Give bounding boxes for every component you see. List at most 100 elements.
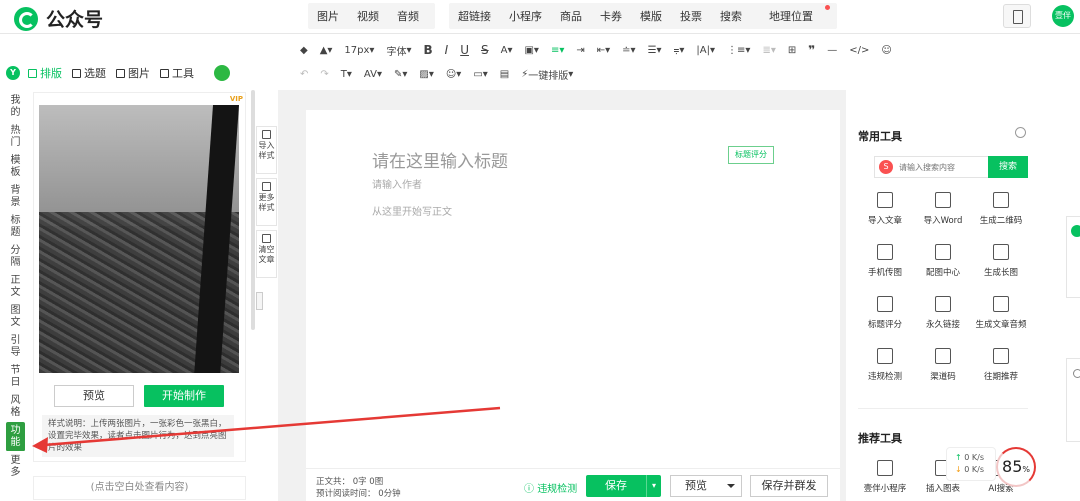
sogou-icon[interactable]: S <box>879 160 893 174</box>
line-height-icon[interactable]: ≐▾ <box>622 45 635 56</box>
tool-import-article[interactable]: 导入文章 <box>856 192 914 226</box>
category-function[interactable]: 功能 <box>6 422 25 452</box>
nav-item-audio[interactable]: 音频 <box>388 8 428 24</box>
divider-icon[interactable]: — <box>827 45 837 56</box>
performance-gauge[interactable]: 85% <box>996 447 1036 487</box>
bullet-list-icon[interactable]: ⋮≡▾ <box>727 45 750 56</box>
one-click-layout[interactable]: ⚡ 一键排版 ▾ <box>521 67 573 82</box>
tool-phone-upload[interactable]: 手机传图 <box>856 244 914 278</box>
settings-gear-icon[interactable] <box>1015 127 1026 138</box>
floating-widget-bottom[interactable] <box>1066 358 1080 442</box>
category-mine[interactable]: 我的 <box>6 92 25 122</box>
category-body[interactable]: 正文 <box>6 272 25 302</box>
background-color-icon[interactable]: ▣▾ <box>524 45 538 56</box>
tool-long-image[interactable]: 生成长图 <box>972 244 1030 278</box>
align-left-icon[interactable]: ≡▾ <box>551 45 564 56</box>
nav-item-video[interactable]: 视频 <box>348 8 388 24</box>
preview-button[interactable]: 预览 <box>54 385 134 407</box>
nav-item-hyperlink[interactable]: 超链接 <box>449 8 500 24</box>
html-icon[interactable]: ▭▾ <box>473 69 487 80</box>
heading-icon[interactable]: T▾ <box>341 69 352 80</box>
network-monitor[interactable]: ↑ 0 K/s ↓ 0 K/s <box>946 447 996 481</box>
font-family-select[interactable]: 字体 ▾ <box>386 43 411 58</box>
user-avatar[interactable]: 壹伴 <box>1052 5 1074 27</box>
format-painter-icon[interactable]: ◆ <box>300 45 308 56</box>
category-divider[interactable]: 分隔 <box>6 242 25 272</box>
status-dot[interactable] <box>214 65 230 81</box>
tool-violation-check[interactable]: 违规检测 <box>856 348 914 382</box>
nav-item-miniprogram[interactable]: 小程序 <box>500 8 551 24</box>
emoticon-icon[interactable]: ☺▾ <box>446 69 461 80</box>
category-more[interactable]: 更多 <box>6 452 25 482</box>
tool-title-score[interactable]: 标题评分 <box>856 296 914 330</box>
left-panel-scrollbar[interactable] <box>251 90 255 330</box>
nav-item-coupon[interactable]: 卡券 <box>591 8 631 24</box>
floating-widget-top[interactable] <box>1066 216 1080 298</box>
tool-qrcode[interactable]: 生成二维码 <box>972 192 1030 226</box>
save-button[interactable]: 保存 ▾ <box>586 475 661 497</box>
tool-yiban-miniprogram[interactable]: 壹伴小程序 <box>856 460 914 494</box>
strikethrough-icon[interactable]: S <box>481 43 489 57</box>
clear-format-icon[interactable]: ▲▾ <box>320 45 333 56</box>
category-background[interactable]: 背景 <box>6 182 25 212</box>
tool-permalink[interactable]: 永久链接 <box>914 296 972 330</box>
category-template[interactable]: 模板 <box>6 152 25 182</box>
toolbox-icon[interactable]: ▤ <box>500 69 509 80</box>
panel-resize-handle[interactable] <box>256 292 263 310</box>
indent-icon[interactable]: ⇥ <box>576 45 584 56</box>
tool-channel-code[interactable]: 渠道码 <box>914 348 972 382</box>
table-icon[interactable]: ⊞ <box>788 45 796 56</box>
category-image-text[interactable]: 图文 <box>6 302 25 332</box>
nav-item-template[interactable]: 模版 <box>631 8 671 24</box>
body-input[interactable]: 从这里开始写正文 <box>372 203 452 218</box>
undo-icon[interactable]: ↶ <box>300 69 308 80</box>
tab-layout[interactable]: 排版 <box>28 65 62 81</box>
app-logo[interactable]: 公众号 <box>14 5 103 32</box>
start-making-button[interactable]: 开始制作 <box>144 385 224 407</box>
save-and-send-button[interactable]: 保存并群发 <box>750 475 828 497</box>
bold-icon[interactable]: B <box>423 43 432 57</box>
tab-topics[interactable]: 选题 <box>72 65 106 81</box>
nav-item-location[interactable]: 地理位置 <box>751 5 831 24</box>
search-button[interactable]: 搜索 <box>988 156 1028 178</box>
nav-item-search[interactable]: 搜索 <box>711 8 751 24</box>
font-color-icon[interactable]: A▾ <box>501 45 513 56</box>
italic-icon[interactable]: I <box>445 43 449 57</box>
letter-spacing-icon[interactable]: |A|▾ <box>696 45 715 56</box>
magic-wand-icon[interactable]: ✎▾ <box>394 69 407 80</box>
code-icon[interactable]: </> <box>849 45 869 56</box>
category-festival[interactable]: 节日 <box>6 362 25 392</box>
emoji-icon[interactable]: ☺ <box>881 45 891 56</box>
nav-item-product[interactable]: 商品 <box>551 8 591 24</box>
redo-icon[interactable]: ↷ <box>320 69 328 80</box>
tab-tools[interactable]: 工具 <box>160 65 194 81</box>
image-icon[interactable]: ▨▾ <box>419 69 433 80</box>
import-style-button[interactable]: 导入样式 <box>256 126 277 174</box>
category-hot[interactable]: 热门 <box>6 122 25 152</box>
template-preview-image[interactable] <box>39 105 239 373</box>
tool-article-audio[interactable]: 生成文章音频 <box>972 296 1030 330</box>
editor-area[interactable]: 请在这里输入标题 标题评分 请输入作者 从这里开始写正文 <box>306 110 840 501</box>
tool-past-recommend[interactable]: 往期推荐 <box>972 348 1030 382</box>
clear-article-button[interactable]: 清空文章 <box>256 230 277 278</box>
nav-item-vote[interactable]: 投票 <box>671 8 711 24</box>
more-styles-button[interactable]: 更多样式 <box>256 178 277 226</box>
title-score-button[interactable]: 标题评分 <box>728 146 774 164</box>
phone-preview-button[interactable] <box>1003 4 1031 28</box>
title-input[interactable]: 请在这里输入标题 <box>372 147 508 172</box>
outdent-icon[interactable]: ⇤▾ <box>597 45 610 56</box>
tool-image-center[interactable]: 配图中心 <box>914 244 972 278</box>
save-dropdown-icon[interactable]: ▾ <box>646 475 661 497</box>
tool-search-input[interactable] <box>895 157 965 177</box>
template-card[interactable]: VIP 预览 开始制作 样式说明：上传两张图片，一张彩色一张黑白，设置完毕效果，… <box>33 92 246 462</box>
violation-check-button[interactable]: ⓘ 违规检测 <box>524 480 577 495</box>
tab-images[interactable]: 图片 <box>116 65 150 81</box>
next-template-card[interactable]: (点击空白处查看内容) <box>33 476 246 500</box>
category-style[interactable]: 风格 <box>6 392 25 422</box>
author-input[interactable]: 请输入作者 <box>372 176 422 191</box>
font-size-select[interactable]: 17px ▾ <box>344 45 374 56</box>
category-guide[interactable]: 引导 <box>6 332 25 362</box>
paragraph-spacing-icon[interactable]: ☰▾ <box>648 45 662 56</box>
nav-item-image[interactable]: 图片 <box>308 8 348 24</box>
preview-dropdown-button[interactable]: 预览 <box>670 475 742 497</box>
